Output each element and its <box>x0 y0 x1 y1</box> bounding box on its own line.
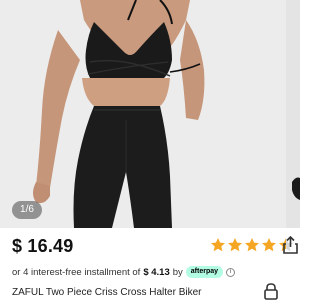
installment-amount: $ 4.13 <box>143 266 170 278</box>
product-info: $ 16.49 or 4 interest-free installment o… <box>0 228 300 300</box>
image-counter: 1/6 <box>12 201 42 219</box>
star-icon <box>211 238 225 252</box>
share-icon[interactable] <box>281 236 300 254</box>
info-icon[interactable]: i <box>226 267 236 277</box>
afterpay-logo[interactable]: afterpay <box>185 266 224 278</box>
product-title: ZAFUL Two Piece Criss Cross Halter Biker <box>12 287 202 298</box>
star-icon <box>262 238 276 252</box>
installment-info: or 4 interest-free installment of $ 4.13… <box>12 266 236 278</box>
product-image-gallery[interactable]: 1/6 <box>0 0 300 228</box>
lock-icon[interactable] <box>263 283 279 300</box>
installment-by: by <box>172 266 183 278</box>
star-icon <box>228 238 242 252</box>
product-photo <box>0 0 300 228</box>
product-price: $ 16.49 <box>12 236 74 256</box>
star-icon <box>245 238 259 252</box>
installment-prefix: or 4 interest-free installment of <box>12 266 141 278</box>
